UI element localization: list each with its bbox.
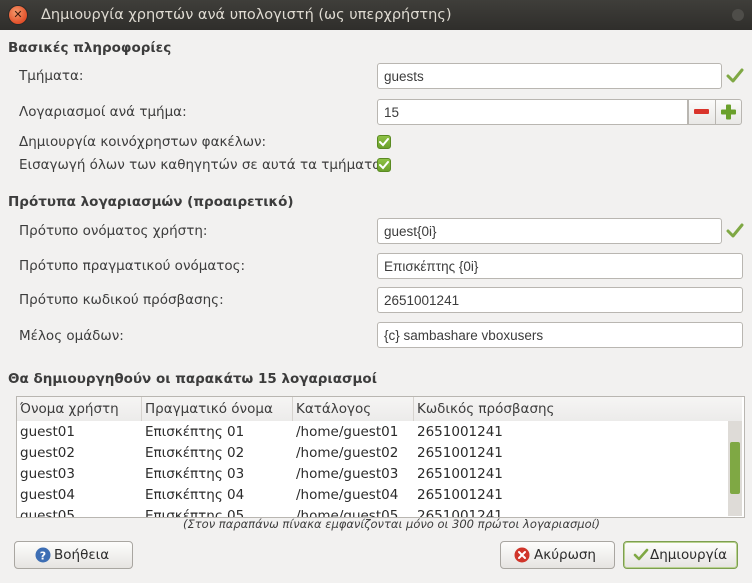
username-template-input[interactable] xyxy=(377,218,722,244)
column-header-username[interactable]: Όνομα χρήστη xyxy=(17,397,142,421)
window-title: Δημιουργία χρηστών ανά υπολογιστή (ως υπ… xyxy=(41,7,452,23)
title-bar: ✕ Δημιουργία χρηστών ανά υπολογιστή (ως … xyxy=(0,0,752,30)
templates-heading: Πρότυπα λογαριασμών (προαιρετικό) xyxy=(8,194,294,210)
cell-directory: /home/guest02 xyxy=(296,445,399,461)
cell-realname: Επισκέπτης 04 xyxy=(145,487,245,503)
password-template-input[interactable] xyxy=(377,287,743,313)
groups-label: Μέλος ομάδων: xyxy=(19,328,124,344)
cell-directory: /home/guest04 xyxy=(296,487,399,503)
realname-template-label: Πρότυπο πραγματικού ονόματος: xyxy=(19,258,246,274)
cancel-button[interactable]: Ακύρωση xyxy=(500,541,615,569)
accounts-heading: Θα δημιουργηθούν οι παρακάτω 15 λογαριασ… xyxy=(8,371,377,387)
column-header-password[interactable]: Κωδικός πρόσβασης xyxy=(414,397,742,421)
cell-realname: Επισκέπτης 01 xyxy=(145,424,245,440)
cell-username: guest02 xyxy=(20,445,75,461)
cell-realname: Επισκέπτης 03 xyxy=(145,466,245,482)
scrollbar-thumb[interactable] xyxy=(730,442,740,494)
cell-directory: /home/guest01 xyxy=(296,424,399,440)
column-header-directory[interactable]: Κατάλογος xyxy=(293,397,414,421)
help-button[interactable]: ? Βοήθεια xyxy=(14,541,133,569)
cancel-button-label: Ακύρωση xyxy=(534,547,596,563)
cell-username: guest01 xyxy=(20,424,75,440)
shared-folders-checkbox[interactable] xyxy=(377,135,391,149)
cell-password: 2651001241 xyxy=(417,466,503,482)
table-row[interactable]: guest03 Επισκέπτης 03 /home/guest03 2651… xyxy=(17,464,727,485)
import-teachers-checkbox[interactable] xyxy=(377,158,391,172)
table-scrollbar[interactable] xyxy=(728,421,742,516)
close-icon[interactable]: ✕ xyxy=(9,6,27,24)
cell-realname: Επισκέπτης 02 xyxy=(145,445,245,461)
basic-info-heading: Βασικές πληροφορίες xyxy=(8,40,172,56)
accounts-per-dept-label: Λογαριασμοί ανά τμήμα: xyxy=(19,104,187,120)
increment-button[interactable] xyxy=(715,99,742,125)
decrement-button[interactable] xyxy=(688,99,715,125)
table-row[interactable]: guest01 Επισκέπτης 01 /home/guest01 2651… xyxy=(17,422,727,443)
accounts-table[interactable]: Όνομα χρήστη Πραγματικό όνομα Κατάλογος … xyxy=(16,396,745,518)
cell-username: guest03 xyxy=(20,466,75,482)
plus-icon xyxy=(721,104,736,120)
checkmark-icon xyxy=(633,548,649,561)
valid-check-icon xyxy=(726,223,744,238)
departments-input[interactable] xyxy=(377,63,722,89)
svg-text:?: ? xyxy=(40,549,46,562)
checkmark-icon xyxy=(379,138,389,147)
cancel-icon xyxy=(514,547,530,563)
cell-username: guest05 xyxy=(20,508,75,518)
accounts-per-dept-spinner[interactable] xyxy=(377,99,688,125)
shared-folders-label: Δημιουργία κοινόχρηστων φακέλων: xyxy=(19,134,267,150)
import-teachers-label: Εισαγωγή όλων των καθηγητών σε αυτά τα τ… xyxy=(19,157,386,173)
cell-username: guest04 xyxy=(20,487,75,503)
username-template-label: Πρότυπο ονόματος χρήστη: xyxy=(19,223,208,239)
create-button-label: Δημιουργία xyxy=(650,547,728,563)
help-button-label: Βοήθεια xyxy=(54,547,110,563)
table-note: (Στον παραπάνω πίνακα εμφανίζονται μόνο … xyxy=(183,517,601,531)
column-header-realname[interactable]: Πραγματικό όνομα xyxy=(142,397,293,421)
cell-directory: /home/guest03 xyxy=(296,466,399,482)
cell-password: 2651001241 xyxy=(417,445,503,461)
create-button[interactable]: Δημιουργία xyxy=(623,541,738,569)
cell-password: 2651001241 xyxy=(417,424,503,440)
minus-icon xyxy=(694,109,709,114)
resize-icon[interactable] xyxy=(732,9,744,21)
password-template-label: Πρότυπο κωδικού πρόσβασης: xyxy=(19,292,224,308)
table-row[interactable]: guest02 Επισκέπτης 02 /home/guest02 2651… xyxy=(17,443,727,464)
help-icon: ? xyxy=(35,547,51,563)
departments-label: Τμήματα: xyxy=(19,68,84,84)
valid-check-icon xyxy=(726,68,744,83)
table-row[interactable]: guest04 Επισκέπτης 04 /home/guest04 2651… xyxy=(17,485,727,506)
groups-input[interactable] xyxy=(377,322,743,348)
cell-password: 2651001241 xyxy=(417,487,503,503)
checkmark-icon xyxy=(379,161,389,170)
realname-template-input[interactable] xyxy=(377,253,743,279)
